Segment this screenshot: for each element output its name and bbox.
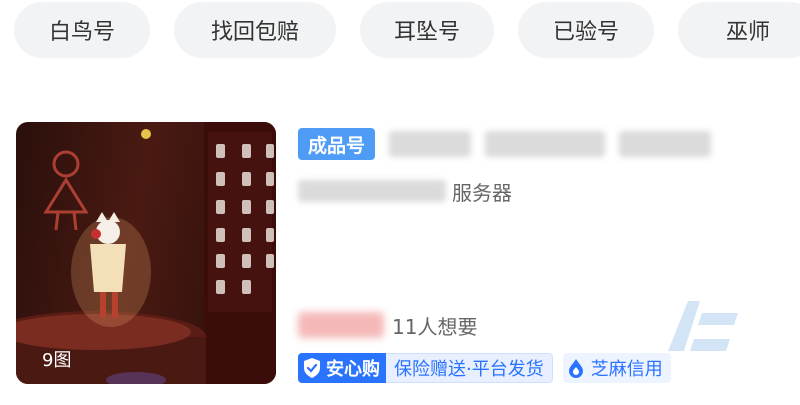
server-info-row: 服务器 [298, 174, 512, 208]
redacted-price [298, 312, 384, 338]
chip-white-bird[interactable]: 白鸟号 [14, 2, 150, 58]
product-title-row: 成品号 [298, 126, 712, 162]
chip-verified[interactable]: 已验号 [518, 2, 654, 58]
watermark-logo-icon [668, 301, 738, 351]
interest-row: 11人想要 [298, 310, 477, 340]
anxin-label: 安心购 [326, 359, 380, 380]
zhima-flame-icon [568, 359, 583, 378]
anxin-badge: 安心购 [298, 353, 386, 383]
chip-wizard[interactable]: 巫师 [678, 2, 800, 58]
want-count-label: 11人想要 [392, 314, 478, 339]
insurance-label: 保险赠送·平台发货 [386, 353, 553, 383]
tag-chip-bar: 白鸟号 找回包赔 耳坠号 已验号 巫师 [0, 0, 800, 62]
image-count-label: 9图 [42, 350, 72, 371]
product-type-badge: 成品号 [298, 128, 376, 160]
server-label: 服务器 [452, 180, 512, 205]
guarantee-tags-row: 安心购 保险赠送·平台发货 芝麻信用 [298, 352, 671, 384]
redacted-title-3 [619, 131, 712, 157]
redacted-server-name [298, 180, 446, 202]
zhima-credit-label: 芝麻信用 [590, 359, 663, 380]
shield-check-icon [304, 358, 320, 378]
product-thumbnail[interactable]: 9图 [16, 122, 276, 384]
product-card[interactable]: 9图 成品号 服务器 11人想要 安心购 保险赠送·平台发货 芝麻信用 [16, 122, 786, 387]
game-scene-image [16, 122, 276, 384]
redacted-title-2 [485, 131, 606, 157]
redacted-title-1 [389, 131, 472, 157]
chip-earring[interactable]: 耳坠号 [360, 2, 494, 58]
chip-recover-compensation[interactable]: 找回包赔 [174, 2, 336, 58]
zhima-credit-badge: 芝麻信用 [562, 353, 671, 383]
